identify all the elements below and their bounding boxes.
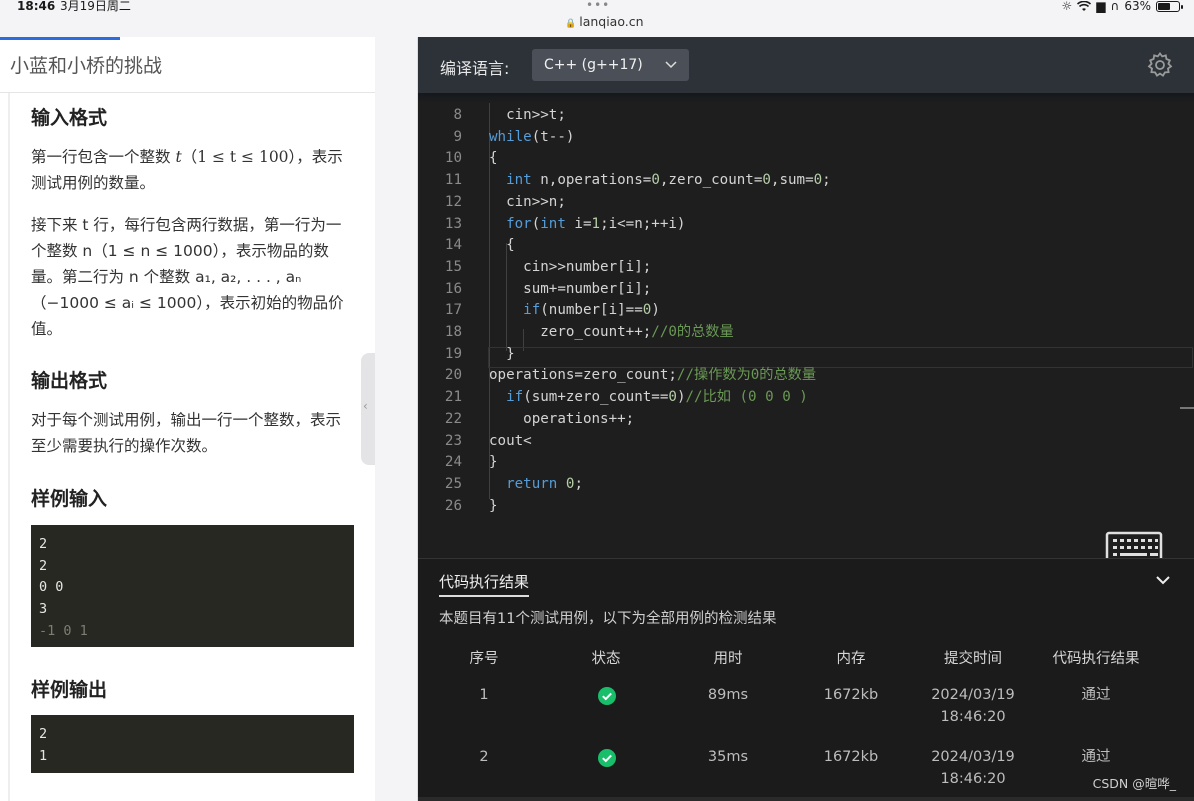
code-line: 20 operations=zero_count;//操作数为0的总数量 — [444, 367, 817, 384]
code-line: 25 return 0; — [444, 475, 583, 492]
wifi-icon — [1077, 1, 1092, 11]
sample-input-line: 2 — [39, 557, 48, 574]
column-header: 代码执行结果 — [1052, 651, 1140, 667]
code-area[interactable]: 8 cin>>t; 9 while(t--) 10{ 11 int n,opera… — [418, 103, 1194, 567]
code-line: 19 } — [444, 345, 515, 362]
code-editor-pane: 编译语言: C++ (g++17) 8 cin>>t; 9 while(t--) … — [418, 37, 1194, 801]
scrollbar-thumb[interactable] — [1180, 407, 1194, 409]
code-line: 13 for(int i=1;i<=n;++i) — [444, 215, 686, 232]
output-format-heading: 输出格式 — [31, 370, 108, 392]
pane-splitter[interactable] — [375, 37, 418, 801]
status-time: 18:46 — [17, 0, 56, 13]
code-line: 8 cin>>t; — [453, 107, 566, 123]
row-index: 2 — [479, 749, 489, 765]
column-header: 序号 — [469, 651, 499, 667]
problem-pane: 小蓝和小桥的挑战 输入格式 第一行包含一个整数 t（1 ≤ t ≤ 100），表… — [0, 37, 375, 801]
row-memory: 1672kb — [823, 687, 879, 703]
active-tab-indicator — [0, 37, 120, 40]
execution-results-panel: 代码执行结果 本题目有11个测试用例，以下为全部用例的检测结果 序号 状态 用时… — [418, 558, 1194, 801]
status-indicators: ☼ ▆ ∩ 63% — [1061, 0, 1183, 13]
code-line: 22 operations++; — [444, 410, 635, 427]
code-line: 21 if(sum+zero_count==0)//比如 (0 0 0 ) — [444, 389, 808, 406]
code-line: 23 cout< — [444, 432, 532, 449]
output-format-paragraph: 对于每个测试用例，输出一行一个整数，表示至少需要执行的操作次数。 — [31, 411, 342, 455]
ios-status-bar: 18:46 3月19日周二 ••• 🔒 lanqiao.cn ☼ ▆ ∩ 63% — [0, 0, 1194, 37]
car-icon: ▆ — [1096, 0, 1106, 13]
gear-icon[interactable] — [1146, 51, 1174, 79]
toolbar-shadow — [418, 93, 1194, 103]
code-line: 15 cin>>number[i]; — [444, 258, 652, 275]
watermark: CSDN @暄哗_ — [1092, 776, 1176, 791]
status-date: 3月19日周二 — [60, 0, 131, 13]
row-submit-date: 2024/03/19 — [931, 687, 1015, 703]
code-line: 12 cin>>n; — [444, 193, 566, 210]
url-text: lanqiao.cn — [579, 14, 644, 29]
collapse-pane-handle[interactable]: ‹ — [361, 353, 375, 465]
chevron-down-icon — [665, 49, 677, 93]
divider — [0, 92, 375, 93]
sample-output-line: 1 — [39, 747, 48, 764]
chevron-left-icon: ‹ — [363, 399, 368, 413]
code-line: 26} — [444, 497, 498, 514]
brightness-icon: ☼ — [1061, 0, 1073, 13]
code-line: 14 { — [444, 237, 515, 254]
sample-input-heading: 样例输入 — [31, 488, 108, 510]
sample-output-heading: 样例输出 — [31, 679, 108, 701]
lock-icon: 🔒 — [565, 19, 577, 29]
language-select-value: C++ (g++17) — [544, 57, 643, 73]
code-line: 24} — [444, 454, 498, 471]
row-memory: 1672kb — [823, 749, 879, 765]
check-circle-icon — [598, 687, 616, 705]
column-header: 状态 — [591, 651, 621, 667]
column-header: 提交时间 — [944, 651, 1002, 667]
results-summary: 本题目有11个测试用例，以下为全部用例的检测结果 — [439, 611, 777, 627]
code-line: 16 sum+=number[i]; — [444, 280, 652, 297]
language-label: 编译语言: — [440, 59, 510, 78]
input-format-paragraph-1: 第一行包含一个整数 t（1 ≤ t ≤ 100），表示测试用例的数量。 — [31, 148, 343, 192]
battery-percent: 63% — [1124, 0, 1151, 13]
row-time: 35ms — [707, 749, 749, 765]
row-submit-date: 2024/03/19 — [931, 749, 1015, 765]
row-index: 1 — [479, 687, 489, 703]
code-line: 17 if(number[i]==0) — [444, 302, 660, 319]
column-header: 内存 — [836, 651, 866, 667]
sample-input-line: 0 0 — [39, 579, 64, 596]
sample-input-line: -1 0 1 — [39, 622, 88, 639]
check-circle-icon — [598, 749, 616, 767]
input-format-paragraph-2: 接下来 t 行，每行包含两行数据，第一行为一个整数 n（1 ≤ n ≤ 1000… — [31, 216, 344, 338]
row-result: 通过 — [1081, 749, 1111, 765]
sample-output-line: 2 — [39, 726, 48, 742]
code-line: 11 int n,operations=0,zero_count=0,sum=0… — [444, 172, 831, 189]
row-submit-clock: 18:46:20 — [940, 709, 1006, 725]
language-select[interactable]: C++ (g++17) — [532, 49, 689, 81]
problem-title: 小蓝和小桥的挑战 — [10, 55, 163, 77]
code-line: 10{ — [444, 150, 498, 167]
row-result: 通过 — [1081, 687, 1111, 703]
multitasking-dots-icon[interactable]: ••• — [586, 0, 610, 11]
code-line: 18 zero_count++;//0的总数量 — [444, 324, 734, 340]
battery-icon — [1156, 1, 1183, 12]
sample-input-line: 3 — [39, 601, 48, 618]
sample-output-block: 2 1 — [31, 715, 354, 773]
panel-bottom-edge — [418, 797, 1194, 801]
input-format-heading: 输入格式 — [31, 107, 108, 129]
sample-input-line: 2 — [39, 536, 48, 552]
code-line: 9 while(t--) — [453, 128, 575, 145]
address-bar[interactable]: 🔒 lanqiao.cn — [565, 14, 644, 32]
headphones-icon: ∩ — [1110, 0, 1120, 13]
row-submit-clock: 18:46:20 — [940, 771, 1006, 787]
sample-input-block: 2 2 0 0 3 -1 0 1 — [31, 525, 354, 647]
row-time: 89ms — [707, 687, 749, 703]
scroll-gutter — [8, 93, 10, 801]
editor-toolbar: 编译语言: C++ (g++17) — [418, 37, 1194, 93]
column-header: 用时 — [713, 651, 743, 667]
tab-execution-results[interactable]: 代码执行结果 — [439, 571, 530, 597]
chevron-down-icon[interactable] — [1154, 571, 1172, 589]
